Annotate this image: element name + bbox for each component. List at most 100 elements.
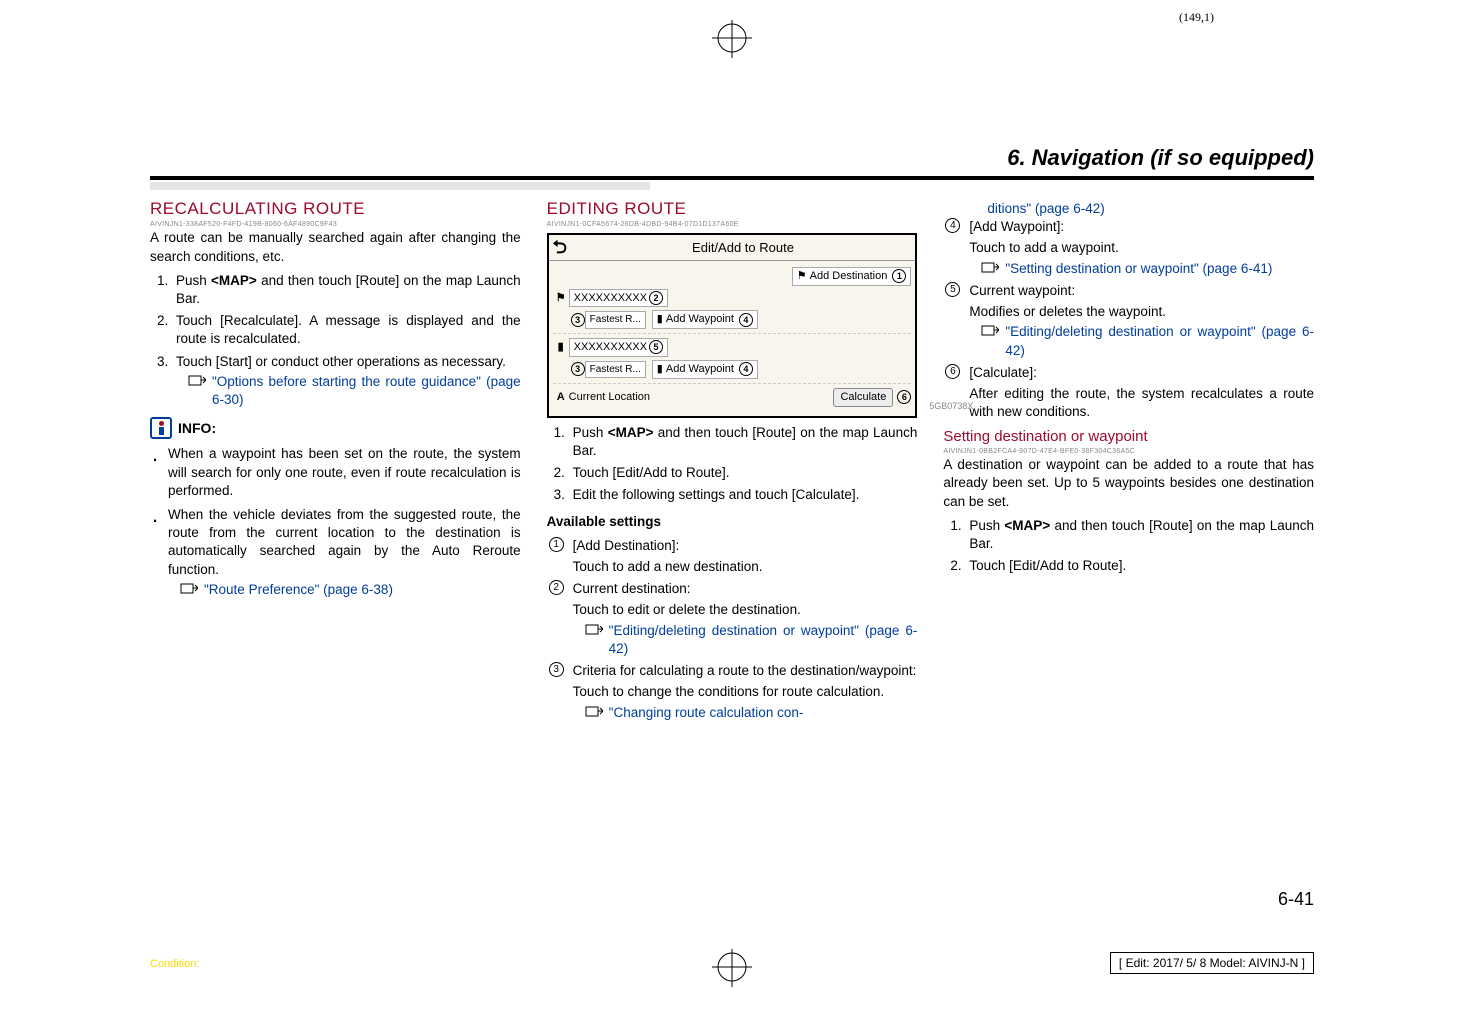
callout-1: 1 bbox=[892, 269, 906, 283]
ref-link[interactable]: "Editing/deleting destination or waypoin… bbox=[1005, 323, 1314, 359]
ref-row: "Setting destination or waypoint" (page … bbox=[969, 260, 1314, 278]
calculate-button[interactable]: Calculate bbox=[833, 388, 893, 407]
ref-link[interactable]: "Changing route calculation con- bbox=[609, 704, 804, 722]
page-number: 6-41 bbox=[1278, 889, 1314, 910]
bullet-2: When the vehicle deviates from the sugge… bbox=[150, 506, 521, 599]
back-icon[interactable]: ⮌ bbox=[549, 235, 571, 259]
label: Add Waypoint bbox=[666, 312, 734, 327]
callout-2: 2 bbox=[649, 291, 663, 305]
label: Add Destination bbox=[810, 269, 888, 284]
desc: Touch to change the conditions for route… bbox=[573, 683, 918, 701]
label: Current destination: bbox=[573, 581, 691, 596]
txt: When the vehicle deviates from the sugge… bbox=[168, 507, 521, 577]
fastest-route-box-2[interactable]: Fastest R... bbox=[585, 361, 646, 379]
reference-icon bbox=[981, 324, 999, 336]
col1-step-2: Touch [Recalculate]. A message is displa… bbox=[172, 312, 521, 348]
ref-link[interactable]: ditions" (page 6-42) bbox=[987, 200, 1104, 218]
sshot-body: ⚑Add Destination1 ⚑ XXXXXXXXXX2 3 Fastes… bbox=[549, 261, 916, 416]
callout-3: 3 bbox=[571, 313, 585, 327]
flag-icon: ⚑ bbox=[553, 291, 569, 306]
col1-bullets: When a waypoint has been set on the rout… bbox=[150, 445, 521, 599]
txt: Touch [Start] or conduct other operation… bbox=[176, 354, 506, 369]
col2-circled-list: 1 [Add Destination]: Touch to add a new … bbox=[547, 537, 918, 722]
current-location-label: Current Location bbox=[569, 390, 650, 405]
setting-4: 4 [Add Waypoint]: Touch to add a waypoin… bbox=[943, 218, 1314, 278]
col3-circled-list: 4 [Add Waypoint]: Touch to add a waypoin… bbox=[943, 218, 1314, 421]
label: [Calculate]: bbox=[969, 365, 1037, 380]
edit-route-screenshot: ⮌ Edit/Add to Route ⚑Add Destination1 ⚑ … bbox=[547, 233, 918, 417]
num-4: 4 bbox=[945, 218, 960, 233]
txt: Push bbox=[969, 518, 1004, 533]
num-2: 2 bbox=[549, 580, 564, 595]
reference-icon bbox=[585, 623, 603, 635]
page: (149,1) 6. Navigation (if so equipped) R… bbox=[0, 0, 1464, 1010]
edit-stamp: [ Edit: 2017/ 5/ 8 Model: AIVINJ-N ] bbox=[1110, 952, 1314, 974]
callout-4b: 4 bbox=[739, 362, 753, 376]
label: [Add Destination]: bbox=[573, 538, 680, 553]
num-6: 6 bbox=[945, 364, 960, 379]
reference-icon bbox=[981, 261, 999, 273]
fastest-route-box[interactable]: Fastest R... bbox=[585, 311, 646, 329]
flag-filled-icon: ▮ bbox=[553, 340, 569, 355]
waypoint-field[interactable]: XXXXXXXXXX5 bbox=[569, 338, 668, 357]
txt: Push bbox=[573, 425, 608, 440]
col1-intro: A route can be manually searched again a… bbox=[150, 229, 521, 265]
label: Criteria for calculating a route to the … bbox=[573, 663, 917, 678]
ref-link[interactable]: "Route Preference" (page 6-38) bbox=[204, 581, 393, 599]
col3-step-2: Touch [Edit/Add to Route]. bbox=[965, 557, 1314, 575]
ref-link[interactable]: "Options before starting the route guida… bbox=[212, 373, 521, 409]
col2-heading: EDITING ROUTE bbox=[547, 198, 918, 221]
destination-field[interactable]: XXXXXXXXXX2 bbox=[569, 289, 668, 308]
ref-row: "Options before starting the route guida… bbox=[176, 373, 521, 409]
crop-mark-bottom bbox=[702, 947, 762, 992]
add-waypoint-button-2[interactable]: ▮Add Waypoint4 bbox=[652, 360, 758, 379]
reference-icon bbox=[585, 705, 603, 717]
crop-mark-top bbox=[702, 18, 762, 63]
flag-icon: ⚑ bbox=[797, 269, 807, 284]
setting-5: 5 Current waypoint: Modifies or deletes … bbox=[943, 282, 1314, 360]
callout-4: 4 bbox=[739, 313, 753, 327]
columns: RECALCULATING ROUTE AIVINJN1-338AF520-F4… bbox=[150, 198, 1314, 726]
ref-row: "Changing route calculation con- bbox=[573, 704, 918, 722]
col-1: RECALCULATING ROUTE AIVINJN1-338AF520-F4… bbox=[150, 198, 521, 726]
desc: Touch to add a new destination. bbox=[573, 558, 918, 576]
setting-6: 6 [Calculate]: After editing the route, … bbox=[943, 364, 1314, 422]
col-3: ditions" (page 6-42) 4 [Add Waypoint]: T… bbox=[943, 198, 1314, 726]
label: Current waypoint: bbox=[969, 283, 1075, 298]
col1-step-1: Push <MAP> and then touch [Route] on the… bbox=[172, 272, 521, 308]
desc: Touch to edit or delete the destination. bbox=[573, 601, 918, 619]
bullet-1: When a waypoint has been set on the rout… bbox=[150, 445, 521, 500]
ref-row: "Route Preference" (page 6-38) bbox=[168, 581, 521, 599]
num-1: 1 bbox=[549, 537, 564, 552]
col2-step-2: Touch [Edit/Add to Route]. bbox=[569, 464, 918, 482]
col3-step-1: Push <MAP> and then touch [Route] on the… bbox=[965, 517, 1314, 553]
flag-filled-icon: ▮ bbox=[657, 362, 663, 377]
num-3: 3 bbox=[549, 662, 564, 677]
info-label: INFO: bbox=[178, 419, 216, 438]
rule-band bbox=[150, 176, 1314, 180]
add-waypoint-button[interactable]: ▮Add Waypoint 4 bbox=[652, 310, 758, 329]
setting-2: 2 Current destination: Touch to edit or … bbox=[547, 580, 918, 658]
col3-intro: A destination or waypoint can be added t… bbox=[943, 456, 1314, 511]
callout-6: 6 bbox=[897, 390, 911, 404]
info-icon bbox=[150, 417, 172, 439]
add-destination-button[interactable]: ⚑Add Destination 1 bbox=[792, 267, 912, 286]
callout-3b: 3 bbox=[571, 362, 585, 376]
available-settings-heading: Available settings bbox=[547, 513, 918, 531]
condition-label: Condition: bbox=[150, 958, 200, 970]
ref-link[interactable]: "Editing/deleting destination or waypoin… bbox=[609, 622, 918, 658]
col2-steps: Push <MAP> and then touch [Route] on the… bbox=[547, 424, 918, 505]
ref-link[interactable]: "Setting destination or waypoint" (page … bbox=[1005, 260, 1272, 278]
top-page-indicator: (149,1) bbox=[1179, 10, 1214, 25]
flag-filled-icon: ▮ bbox=[657, 312, 663, 327]
col1-steps: Push <MAP> and then touch [Route] on the… bbox=[150, 272, 521, 410]
col3-subheading: Setting destination or waypoint bbox=[943, 427, 1314, 447]
desc: Modifies or deletes the waypoint. bbox=[969, 303, 1314, 321]
ref-row: "Editing/deleting destination or waypoin… bbox=[573, 622, 918, 658]
a-marker: A bbox=[553, 390, 569, 405]
cont-ref-row: ditions" (page 6-42) bbox=[943, 200, 1314, 218]
setting-1: 1 [Add Destination]: Touch to add a new … bbox=[547, 537, 918, 576]
sshot-header: ⮌ Edit/Add to Route bbox=[549, 235, 916, 260]
col3-steps: Push <MAP> and then touch [Route] on the… bbox=[943, 517, 1314, 576]
reference-icon bbox=[180, 582, 198, 594]
